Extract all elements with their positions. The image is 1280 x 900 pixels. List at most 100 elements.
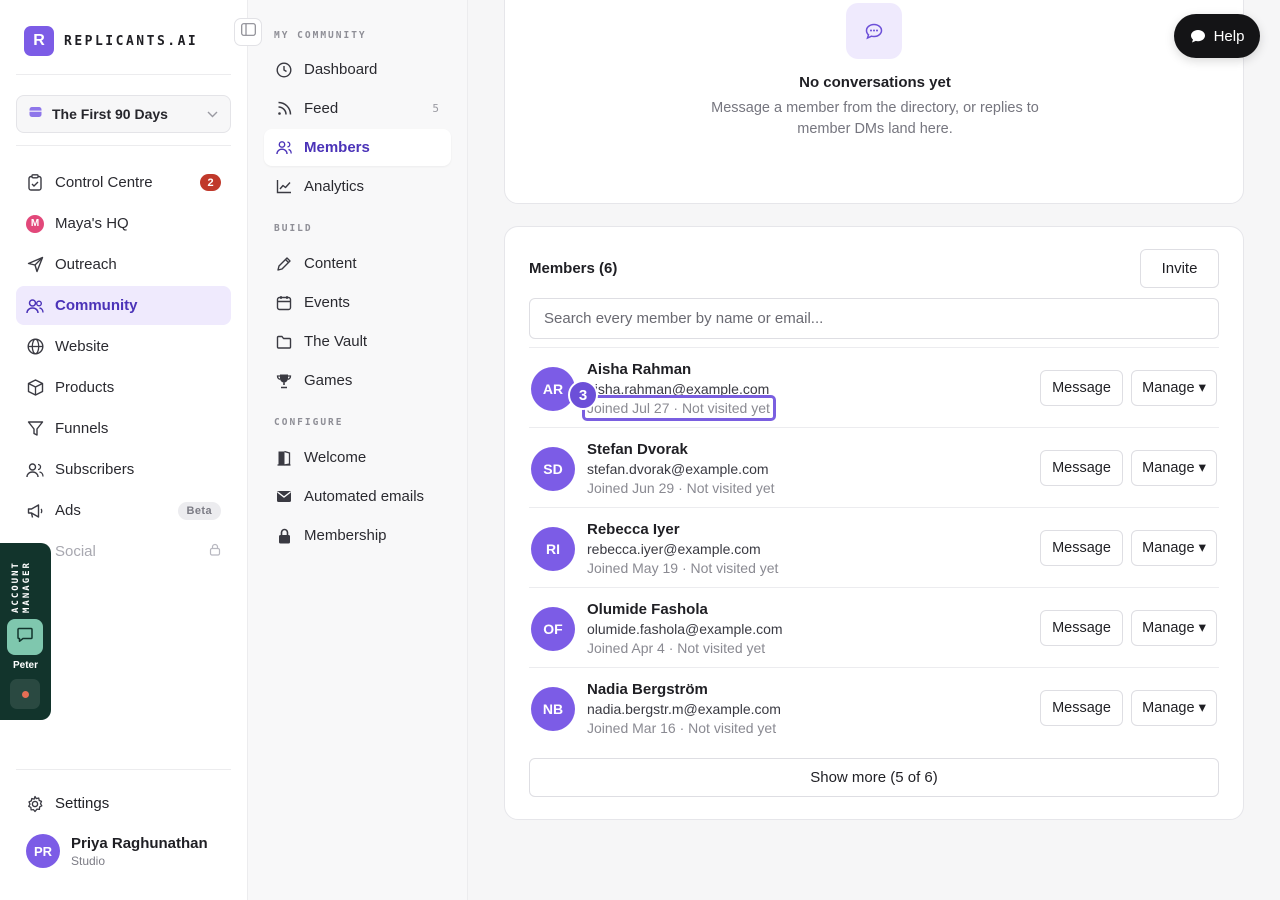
members-card: Members (6) Invite AR Aisha Rahman aisha… (504, 226, 1244, 820)
manage-button[interactable]: Manage ▾ (1131, 370, 1217, 406)
manage-button[interactable]: Manage ▾ (1131, 690, 1217, 726)
member-joined: Joined May 19 · Not visited yet (587, 560, 779, 576)
notification-badge: 2 (200, 174, 221, 191)
clipboard-check-icon (26, 174, 44, 192)
sidebar-item-funnels[interactable]: Funnels (16, 409, 231, 448)
message-button[interactable]: Message (1040, 450, 1123, 486)
member-email: rebecca.iyer@example.com (587, 541, 761, 557)
subnav-item-dashboard[interactable]: Dashboard (264, 51, 451, 88)
help-button[interactable]: Help (1174, 14, 1260, 58)
subnav-item-welcome[interactable]: Welcome (264, 439, 451, 476)
workspace-label: The First 90 Days (52, 106, 168, 122)
globe-icon (26, 338, 44, 356)
subnav-item-members[interactable]: Members (264, 129, 451, 166)
section-heading: CONFIGURE (274, 417, 344, 428)
rss-icon (276, 101, 292, 117)
sidebar-item-label: Social (55, 543, 96, 560)
sidebar-item-label: Control Centre (55, 174, 153, 191)
show-more-button[interactable]: Show more (5 of 6) (529, 758, 1219, 797)
member-email: stefan.dvorak@example.com (587, 461, 769, 477)
message-button[interactable]: Message (1040, 370, 1123, 406)
member-search-input[interactable] (529, 298, 1219, 339)
sidebar-item-mayas-hq[interactable]: M Maya's HQ (16, 204, 231, 243)
subnav-label: Games (304, 372, 353, 389)
table-row: OF Olumide Fashola olumide.fashola@examp… (529, 587, 1219, 667)
user-group-icon (26, 461, 44, 479)
brand[interactable]: R REPLICANTS.AI (24, 26, 198, 56)
account-manager-status-button[interactable] (10, 679, 40, 709)
mail-icon (276, 489, 292, 505)
divider (16, 769, 231, 770)
account-manager-chat-button[interactable] (7, 619, 43, 655)
avatar: NB (531, 687, 575, 731)
sidebar-item-community[interactable]: Community (16, 286, 231, 325)
sidebar-item-outreach[interactable]: Outreach (16, 245, 231, 284)
subnav-item-events[interactable]: Events (264, 284, 451, 321)
beta-badge: Beta (177, 501, 221, 520)
table-row: RI Rebecca Iyer rebecca.iyer@example.com… (529, 507, 1219, 587)
subnav-label: Automated emails (304, 488, 425, 505)
message-button[interactable]: Message (1040, 610, 1123, 646)
sidebar-item-control-centre[interactable]: Control Centre 2 (16, 163, 231, 202)
funnel-icon (26, 420, 44, 438)
box-icon (26, 379, 44, 397)
sidebar-item-website[interactable]: Website (16, 327, 231, 366)
member-joined: Joined Mar 16 · Not visited yet (587, 720, 777, 736)
community-subnav: MY COMMUNITY Dashboard Feed 5 Members An… (248, 0, 468, 900)
sidebar-item-label: Maya's HQ (55, 215, 129, 232)
calendar-icon (276, 295, 292, 311)
padlock-icon (276, 528, 292, 544)
manage-button[interactable]: Manage ▾ (1131, 530, 1217, 566)
sidebar-item-settings[interactable]: Settings (16, 784, 231, 823)
feed-count: 5 (432, 102, 439, 115)
sidebar-item-ads[interactable]: Ads Beta (16, 491, 231, 530)
table-row: SD Stefan Dvorak stefan.dvorak@example.c… (529, 427, 1219, 507)
member-joined: Joined Jun 29 · Not visited yet (587, 480, 775, 496)
subnav-item-automated-emails[interactable]: Automated emails (264, 478, 451, 515)
sidebar-item-label: Ads (55, 502, 81, 519)
maya-avatar-icon: M (26, 214, 44, 233)
user-plan: Studio (71, 853, 106, 868)
users-icon (26, 297, 44, 315)
sidebar-item-label: Outreach (55, 256, 117, 273)
invite-button[interactable]: Invite (1140, 249, 1219, 288)
message-button[interactable]: Message (1040, 690, 1123, 726)
avatar: RI (531, 527, 575, 571)
sidebar-item-products[interactable]: Products (16, 368, 231, 407)
member-email: nadia.bergstr.m@example.com (587, 701, 781, 717)
manage-button[interactable]: Manage ▾ (1131, 610, 1217, 646)
lock-icon (209, 543, 221, 560)
folder-icon (276, 334, 292, 350)
table-row: NB Nadia Bergström nadia.bergstr.m@examp… (529, 667, 1219, 747)
sidebar-item-subscribers[interactable]: Subscribers (16, 450, 231, 489)
subnav-item-content[interactable]: Content (264, 245, 451, 282)
member-name: Stefan Dvorak (587, 441, 688, 458)
table-row: AR Aisha Rahman aisha.rahman@example.com… (529, 347, 1219, 427)
workspace-select[interactable]: The First 90 Days (16, 95, 231, 133)
empty-state-text: Message a member from the directory, or … (711, 100, 1039, 137)
divider (16, 145, 231, 146)
account-manager-label: ACCOUNT MANAGER (11, 561, 32, 613)
message-button[interactable]: Message (1040, 530, 1123, 566)
user-profile[interactable]: PR Priya Raghunathan Studio (26, 834, 208, 868)
subnav-label: Events (304, 294, 350, 311)
sidebar-toggle-icon (240, 23, 256, 41)
gear-icon (26, 795, 44, 813)
collapse-sidebar-button[interactable] (234, 18, 262, 46)
clock-icon (276, 61, 292, 78)
subnav-label: Feed (304, 100, 339, 117)
subnav-item-feed[interactable]: Feed 5 (264, 90, 451, 127)
main-sidebar: R REPLICANTS.AI The First 90 Days Contro… (0, 0, 248, 900)
subnav-item-the-vault[interactable]: The Vault (264, 323, 451, 360)
subnav-item-games[interactable]: Games (264, 362, 451, 399)
member-email: olumide.fashola@example.com (587, 621, 783, 637)
subnav-label: Dashboard (304, 61, 378, 78)
workspace-icon (29, 105, 42, 123)
manage-button[interactable]: Manage ▾ (1131, 450, 1217, 486)
avatar: SD (531, 447, 575, 491)
brand-name: REPLICANTS.AI (64, 33, 199, 49)
main-nav: Control Centre 2 M Maya's HQ Outreach Co… (16, 163, 231, 573)
main-content: No conversations yet Message a member fr… (468, 0, 1280, 900)
subnav-item-analytics[interactable]: Analytics (264, 168, 451, 205)
subnav-item-membership[interactable]: Membership (264, 517, 451, 554)
